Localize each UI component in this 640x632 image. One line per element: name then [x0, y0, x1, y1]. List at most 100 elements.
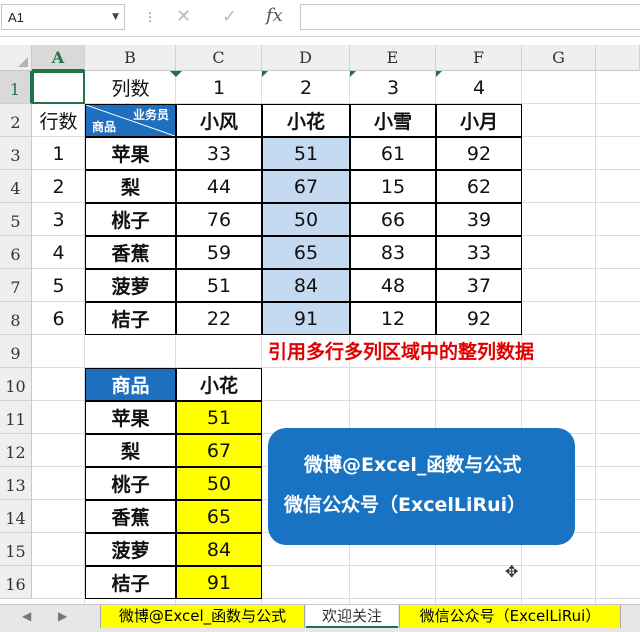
value-cell[interactable]: 84 — [262, 269, 350, 302]
value-cell[interactable]: 92 — [436, 302, 522, 335]
result-value-cell[interactable]: 51 — [176, 401, 262, 434]
row-header-12[interactable]: 12 — [0, 434, 32, 467]
column-header-blank[interactable] — [596, 45, 640, 71]
person-header[interactable]: 小雪 — [350, 104, 436, 137]
column-header-a[interactable]: A — [32, 45, 85, 71]
row-header-1[interactable]: 1 — [0, 71, 32, 104]
column-header-b[interactable]: B — [85, 45, 176, 71]
col-count-label[interactable]: 列数 — [85, 71, 176, 104]
person-header[interactable]: 小花 — [262, 104, 350, 137]
enter-icon[interactable]: ✓ — [222, 6, 237, 27]
scroll-left-icon[interactable]: ◀ — [22, 609, 31, 623]
row-header-11[interactable]: 11 — [0, 401, 32, 434]
product-cell[interactable]: 梨 — [85, 170, 176, 203]
value-cell[interactable]: 33 — [176, 137, 262, 170]
row-header-14[interactable]: 14 — [0, 500, 32, 533]
formula-input[interactable] — [300, 4, 640, 30]
value-cell[interactable]: 50 — [262, 203, 350, 236]
sheet-tab-wechat[interactable]: 微信公众号（ExcelLiRui） — [399, 605, 621, 628]
value-cell[interactable]: 92 — [436, 137, 522, 170]
product-cell[interactable]: 香蕉 — [85, 236, 176, 269]
col-number-4[interactable]: 4 — [436, 71, 522, 104]
value-cell[interactable]: 51 — [176, 269, 262, 302]
row-header-13[interactable]: 13 — [0, 467, 32, 500]
person-header[interactable]: 小风 — [176, 104, 262, 137]
product-cell[interactable]: 桔子 — [85, 302, 176, 335]
row-number-2[interactable]: 2 — [32, 170, 85, 203]
value-cell[interactable]: 66 — [350, 203, 436, 236]
value-cell[interactable]: 61 — [350, 137, 436, 170]
row-count-label[interactable]: 行数 — [32, 104, 85, 137]
value-cell[interactable]: 37 — [436, 269, 522, 302]
value-cell[interactable]: 51 — [262, 137, 350, 170]
row-header-2[interactable]: 2 — [0, 104, 32, 137]
chevron-down-icon[interactable]: ▼ — [112, 12, 119, 22]
row-header-9[interactable]: 9 — [0, 335, 32, 368]
col-number-1[interactable]: 1 — [176, 71, 262, 104]
active-cell-a1[interactable] — [32, 71, 85, 104]
value-cell[interactable]: 59 — [176, 236, 262, 269]
value-cell[interactable]: 48 — [350, 269, 436, 302]
insert-function-icon[interactable]: fx — [266, 5, 283, 26]
sheet-tab-weibo[interactable]: 微博@Excel_函数与公式 — [100, 605, 305, 628]
product-cell[interactable]: 苹果 — [85, 137, 176, 170]
value-cell[interactable]: 15 — [350, 170, 436, 203]
sheet-tab-welcome[interactable]: 欢迎关注 — [306, 605, 398, 628]
result-value-cell[interactable]: 50 — [176, 467, 262, 500]
row-header-16[interactable]: 16 — [0, 566, 32, 599]
diagonal-header-cell[interactable]: 业务员 商品 — [85, 104, 176, 137]
row-header-15[interactable]: 15 — [0, 533, 32, 566]
column-header-d[interactable]: D — [262, 45, 350, 71]
row-header-6[interactable]: 6 — [0, 236, 32, 269]
value-cell[interactable]: 62 — [436, 170, 522, 203]
row-header-5[interactable]: 5 — [0, 203, 32, 236]
result-product-cell[interactable]: 苹果 — [85, 401, 176, 434]
product-cell[interactable]: 桃子 — [85, 203, 176, 236]
result-product-cell[interactable]: 梨 — [85, 434, 176, 467]
result-value-cell[interactable]: 91 — [176, 566, 262, 599]
cancel-icon[interactable]: ✕ — [176, 6, 191, 27]
more-options-icon[interactable]: ⋮ — [144, 10, 156, 24]
row-number-3[interactable]: 3 — [32, 203, 85, 236]
row-number-4[interactable]: 4 — [32, 236, 85, 269]
person-header[interactable]: 小月 — [436, 104, 522, 137]
row-number-6[interactable]: 6 — [32, 302, 85, 335]
value-cell[interactable]: 83 — [350, 236, 436, 269]
result-value-cell[interactable]: 67 — [176, 434, 262, 467]
column-header-g[interactable]: G — [522, 45, 596, 71]
value-cell[interactable]: 76 — [176, 203, 262, 236]
row-header-8[interactable]: 8 — [0, 302, 32, 335]
scroll-right-icon[interactable]: ▶ — [58, 609, 67, 623]
row-number-5[interactable]: 5 — [32, 269, 85, 302]
result-value-cell[interactable]: 84 — [176, 533, 262, 566]
column-header-c[interactable]: C — [176, 45, 262, 71]
value-cell[interactable]: 91 — [262, 302, 350, 335]
value-cell[interactable]: 39 — [436, 203, 522, 236]
select-all-corner[interactable] — [0, 45, 32, 71]
value-cell[interactable]: 65 — [262, 236, 350, 269]
spreadsheet-grid[interactable]: A B C D E F G 1 2 3 4 5 6 7 8 9 10 11 12 13 14 15 16 列数 1 2 3 4 行数 1 2… — [0, 38, 640, 604]
column-header-f[interactable]: F — [436, 45, 522, 71]
result-product-cell[interactable]: 桔子 — [85, 566, 176, 599]
product-cell[interactable]: 菠萝 — [85, 269, 176, 302]
value-cell[interactable]: 33 — [436, 236, 522, 269]
row-header-10[interactable]: 10 — [0, 368, 32, 401]
col-number-3[interactable]: 3 — [350, 71, 436, 104]
result-header-product[interactable]: 商品 — [85, 368, 176, 401]
row-header-4[interactable]: 4 — [0, 170, 32, 203]
col-number-2[interactable]: 2 — [262, 71, 350, 104]
value-cell[interactable]: 44 — [176, 170, 262, 203]
result-value-cell[interactable]: 65 — [176, 500, 262, 533]
result-product-cell[interactable]: 菠萝 — [85, 533, 176, 566]
row-number-1[interactable]: 1 — [32, 137, 85, 170]
result-product-cell[interactable]: 香蕉 — [85, 500, 176, 533]
value-cell[interactable]: 67 — [262, 170, 350, 203]
value-cell[interactable]: 12 — [350, 302, 436, 335]
row-header-7[interactable]: 7 — [0, 269, 32, 302]
result-header-person[interactable]: 小花 — [176, 368, 262, 401]
result-product-cell[interactable]: 桃子 — [85, 467, 176, 500]
row-header-3[interactable]: 3 — [0, 137, 32, 170]
value-cell[interactable]: 22 — [176, 302, 262, 335]
column-header-e[interactable]: E — [350, 45, 436, 71]
name-box[interactable]: A1 ▼ — [1, 4, 125, 30]
